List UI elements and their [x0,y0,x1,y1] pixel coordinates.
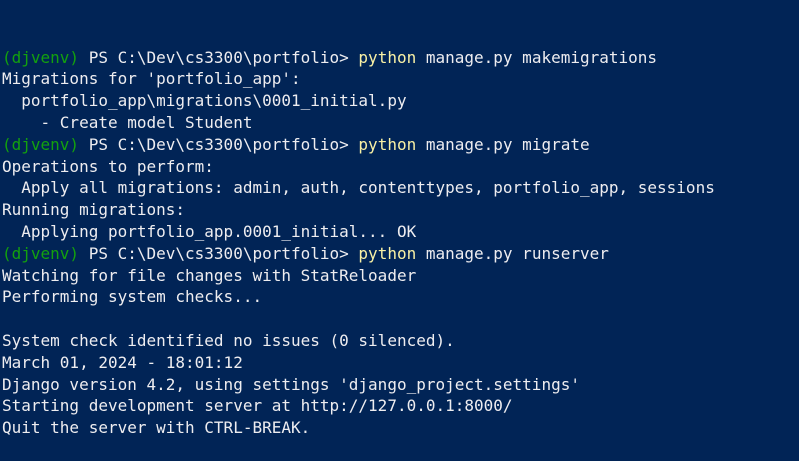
command-args: manage.py migrate [416,134,590,154]
output-line: Quit the server with CTRL-BREAK. [2,418,311,438]
prompt-line: (djvenv) PS C:\Dev\cs3300\portfolio> pyt… [2,134,799,156]
output-line: Operations to perform: [2,156,214,176]
output-line: Running migrations: [2,200,186,220]
terminal-window[interactable]: (djvenv) PS C:\Dev\cs3300\portfolio> pyt… [0,0,799,437]
output-line: Applying portfolio_app.0001_initial... O… [2,221,417,241]
command-args: manage.py makemigrations [416,47,658,67]
output-line: System check identified no issues (0 sil… [2,330,455,350]
output-line: portfolio_app\migrations\0001_initial.py [2,91,407,111]
command-name: python [358,47,417,67]
venv-indicator: (djvenv) [2,47,80,67]
output-line: Performing system checks... [2,287,263,307]
venv-indicator: (djvenv) [2,243,80,263]
output-line: Apply all migrations: admin, auth, conte… [2,178,715,198]
venv-indicator: (djvenv) [2,134,80,154]
command-name: python [358,134,417,154]
prompt-line: (djvenv) PS C:\Dev\cs3300\portfolio> pyt… [2,243,799,265]
output-line: Starting development server at http://12… [2,396,513,416]
output-line: Watching for file changes with StatReloa… [2,265,417,285]
terminal-output: (djvenv) PS C:\Dev\cs3300\portfolio> pyt… [2,47,799,439]
output-line: Migrations for 'portfolio_app': [2,69,301,89]
command-name: python [358,243,417,263]
output-line: March 01, 2024 - 18:01:12 [2,352,243,372]
prompt-line: (djvenv) PS C:\Dev\cs3300\portfolio> pyt… [2,47,799,69]
prompt-path: PS C:\Dev\cs3300\portfolio> [79,243,359,263]
prompt-path: PS C:\Dev\cs3300\portfolio> [79,134,359,154]
output-line: - Create model Student [2,112,253,132]
prompt-path: PS C:\Dev\cs3300\portfolio> [79,47,359,67]
output-line: Django version 4.2, using settings 'djan… [2,374,580,394]
command-args: manage.py runserver [416,243,609,263]
